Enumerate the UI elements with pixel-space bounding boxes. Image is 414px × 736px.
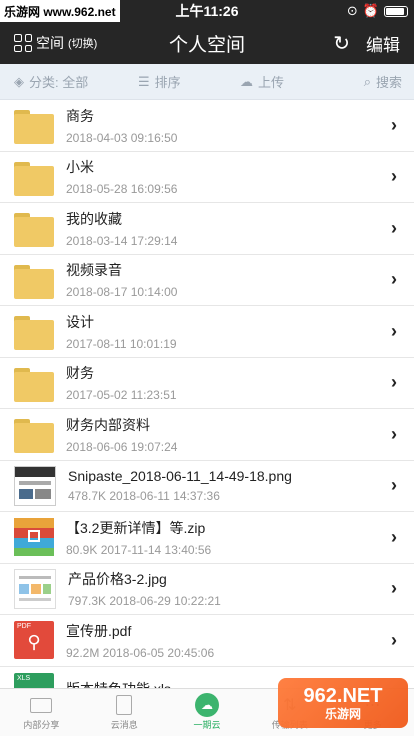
file-name: 视频录音 (66, 262, 122, 279)
list-item[interactable]: 【3.2更新详情】等.zip 80.9K 2017-11-14 13:40:56 … (0, 512, 414, 564)
file-meta: 2018-06-06 19:07:24 (66, 439, 178, 454)
chevron-right-icon: › (391, 423, 397, 444)
folder-icon (14, 158, 54, 196)
folder-icon (14, 261, 54, 299)
file-name: Snipaste_2018-06-11_14-49-18.png (68, 468, 292, 485)
battery-icon (384, 5, 408, 17)
file-name: 我的收藏 (66, 210, 122, 227)
file-name: 财务内部资料 (66, 416, 150, 433)
file-meta: 92.2M 2018-06-05 20:45:06 (66, 645, 215, 660)
layers-icon: ◈ (14, 73, 24, 89)
alarm-icon: ⏰ (362, 3, 379, 18)
toolbar: ◈ 分类: 全部 ☰ 排序 ☁ 上传 ⌕ 搜索 (0, 64, 414, 100)
switch-space-button[interactable]: 空间 (切换) (0, 33, 97, 53)
search-icon: ⌕ (363, 73, 371, 89)
edit-button[interactable]: 编辑 (366, 31, 400, 56)
cloud-icon: ☁ (194, 693, 219, 717)
space-label: 空间 (36, 35, 64, 51)
image-thumbnail (14, 465, 56, 506)
logo-sub-text: 乐游网 (324, 707, 361, 721)
list-item[interactable]: 设计 2017-08-11 10:01:19 › (0, 306, 414, 358)
file-name: 宣传册.pdf (66, 622, 132, 639)
list-item[interactable]: 小米 2018-05-28 16:09:56 › (0, 152, 414, 203)
list-item[interactable]: 产品价格3-2.jpg 797.3K 2018-06-29 10:22:21 › (0, 564, 414, 615)
upload-label: 上传 (258, 75, 285, 90)
tab-label: 云消息 (110, 720, 138, 730)
pdf-icon: PDF ⚲ (14, 621, 54, 660)
file-list: 商务 2018-04-03 09:16:50 › 小米 2018-05-28 16:… (0, 100, 414, 718)
folder-icon (14, 415, 54, 454)
list-icon: ☰ (138, 73, 150, 89)
monitor-icon (30, 697, 53, 713)
list-item[interactable]: Snipaste_2018-06-11_14-49-18.png 478.7K 2… (0, 461, 414, 512)
tab-label: 一期云 (193, 720, 221, 730)
logo-main-text: 962.NET (303, 685, 383, 707)
status-bar: 乐游网 www.962.net 上午11:26 ⊙ ⏰ (0, 0, 414, 22)
image-thumbnail (14, 568, 56, 609)
file-meta: 2018-08-17 10:14:00 (66, 285, 178, 300)
folder-icon (14, 312, 54, 351)
list-item[interactable]: 财务内部资料 2018-06-06 19:07:24 › (0, 409, 414, 461)
chevron-right-icon: › (391, 475, 397, 496)
file-meta: 2018-03-14 17:29:14 (66, 233, 178, 248)
tab-label: 内部分享 (23, 720, 60, 730)
list-item[interactable]: 财务 2017-05-02 11:23:51 › (0, 358, 414, 409)
list-item[interactable]: 商务 2018-04-03 09:16:50 › (0, 100, 414, 152)
nav-bar: 空间 (切换) 个人空间 ↻ 编辑 (0, 22, 414, 64)
tab-internal-share[interactable]: 内部分享 (0, 689, 83, 736)
sort-label: 排序 (154, 75, 181, 90)
cloud-upload-icon: ☁ (240, 73, 253, 89)
file-meta: 2018-04-03 09:16:50 (66, 130, 178, 145)
file-name: 财务 (66, 365, 94, 382)
switch-label: (切换) (68, 38, 98, 50)
file-meta: 2018-05-28 16:09:56 (66, 182, 178, 197)
chevron-right-icon: › (391, 578, 397, 599)
chevron-right-icon: › (391, 526, 397, 547)
file-name: 商务 (66, 107, 94, 124)
file-name: 设计 (66, 313, 94, 330)
file-name: 产品价格3-2.jpg (68, 571, 167, 588)
chevron-right-icon: › (391, 320, 397, 341)
folder-icon (14, 364, 54, 402)
folder-icon (14, 106, 54, 145)
file-name: 【3.2更新详情】等.zip (66, 519, 206, 536)
grid-icon (14, 34, 32, 52)
list-item[interactable]: PDF ⚲ 宣传册.pdf 92.2M 2018-06-05 20:45:06 › (0, 615, 414, 667)
chevron-right-icon: › (391, 269, 397, 290)
document-icon (116, 695, 133, 715)
zip-icon (14, 518, 54, 557)
filter-label: 分类: 全部 (29, 75, 89, 90)
list-item[interactable]: 我的收藏 2018-03-14 17:29:14 › (0, 203, 414, 255)
file-meta: 2017-05-02 11:23:51 (66, 388, 177, 403)
upload-button[interactable]: ☁ 上传 (240, 72, 340, 91)
folder-icon (14, 209, 54, 248)
file-meta: 478.7K 2018-06-11 14:37:36 (68, 489, 220, 504)
file-name: 小米 (66, 159, 94, 176)
chevron-right-icon: › (391, 629, 397, 650)
chevron-right-icon: › (391, 372, 397, 393)
list-item[interactable]: 视频录音 2018-08-17 10:14:00 › (0, 255, 414, 306)
file-meta: 2017-08-11 10:01:19 (66, 336, 177, 351)
watermark: 乐游网 www.962.net (0, 0, 120, 22)
filter-button[interactable]: ◈ 分类: 全部 (0, 72, 138, 91)
sort-button[interactable]: ☰ 排序 (138, 72, 240, 91)
tab-cloud[interactable]: ☁ 一期云 (166, 689, 249, 736)
search-label: 搜索 (375, 75, 402, 90)
location-icon: ⊙ (346, 3, 358, 18)
chevron-right-icon: › (391, 217, 397, 238)
tab-cloud-messages[interactable]: 云消息 (83, 689, 166, 736)
site-logo: 962.NET 乐游网 (278, 678, 408, 728)
chevron-right-icon: › (391, 166, 397, 187)
chevron-right-icon: › (391, 114, 397, 135)
status-icons: ⊙ ⏰ (347, 3, 414, 19)
file-meta: 797.3K 2018-06-29 10:22:21 (68, 594, 221, 609)
search-button[interactable]: ⌕ 搜索 (364, 72, 414, 91)
file-meta: 80.9K 2017-11-14 13:40:56 (66, 542, 212, 557)
refresh-icon[interactable]: ↻ (333, 31, 350, 56)
